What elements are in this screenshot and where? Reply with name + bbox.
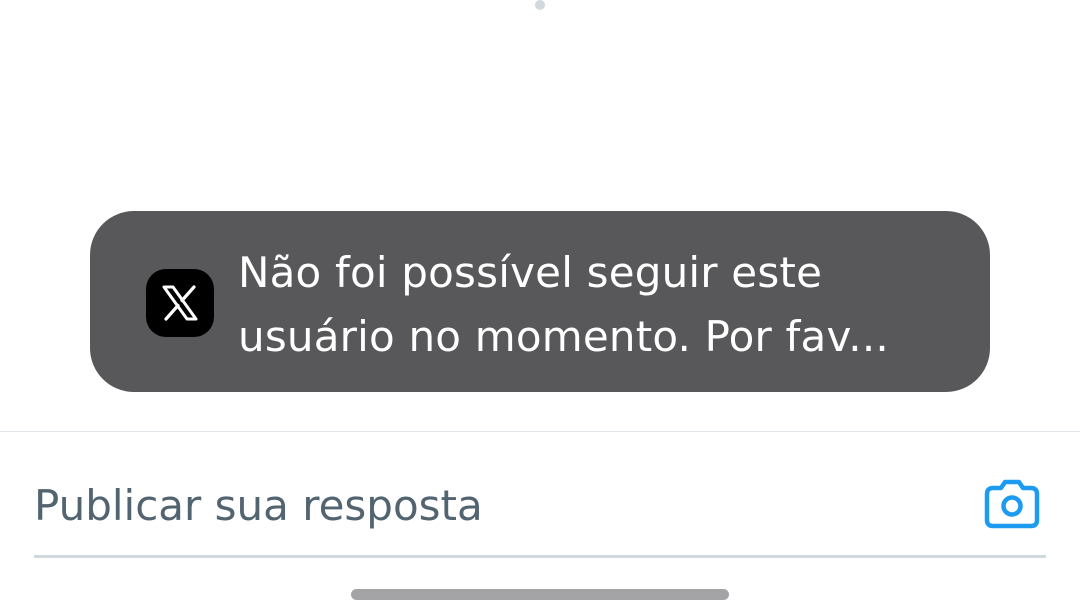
scroll-indicator-dot (535, 0, 545, 10)
toast-message-line-2: usuário no momento. Por fav... (238, 312, 889, 361)
reply-input[interactable] (34, 470, 934, 542)
home-indicator[interactable] (351, 589, 729, 600)
toast-message-line-1: Não foi possível seguir este (238, 248, 823, 297)
toast-message: Não foi possível seguir este usuário no … (238, 241, 938, 369)
reply-input-underline (34, 555, 1046, 558)
divider (0, 431, 1080, 432)
toast-notification: Não foi possível seguir este usuário no … (90, 211, 990, 392)
x-logo-icon (146, 269, 214, 337)
camera-button[interactable] (980, 474, 1044, 534)
camera-icon (984, 479, 1040, 529)
